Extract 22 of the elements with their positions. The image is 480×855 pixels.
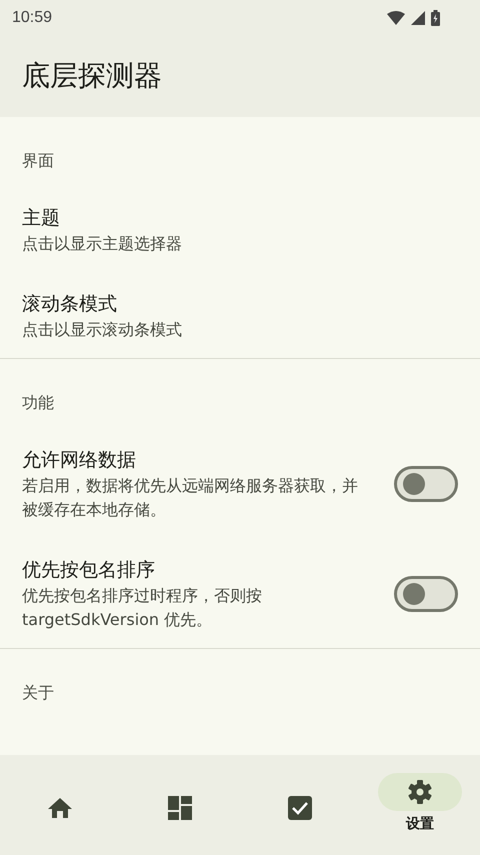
section-header: 界面	[21, 150, 55, 172]
preference-title: 允许网络数据	[22, 448, 137, 473]
toggle-switch[interactable]	[394, 576, 458, 612]
toggle-switch[interactable]	[394, 466, 458, 502]
checkbox-icon	[287, 795, 313, 821]
preference-item[interactable]: 主题 点击以显示主题选择器	[0, 186, 480, 272]
nav-label: 设置	[406, 815, 434, 833]
preference-item[interactable]: 滚动条模式 点击以显示滚动条模式	[0, 272, 480, 358]
signal-icon	[411, 10, 425, 24]
dashboard-icon	[167, 795, 193, 821]
settings-icon	[407, 779, 433, 805]
preference-summary: 若启用，数据将优先从远端网络服务器获取，并被缓存在本地存储。	[22, 475, 359, 521]
preference-summary: 优先按包名排序过时程序，否则按 targetSdkVersion 优先。	[22, 585, 263, 631]
section-header: 关于	[21, 682, 55, 704]
app-title: 底层探测器	[22, 58, 162, 94]
battery-icon	[431, 10, 440, 26]
status-time: 10:59	[12, 8, 52, 26]
wifi-icon	[387, 10, 405, 24]
settings-tab[interactable]	[378, 773, 462, 811]
home-icon	[47, 796, 73, 820]
preference-title: 优先按包名排序	[22, 558, 156, 583]
section-header: 功能	[21, 392, 55, 414]
